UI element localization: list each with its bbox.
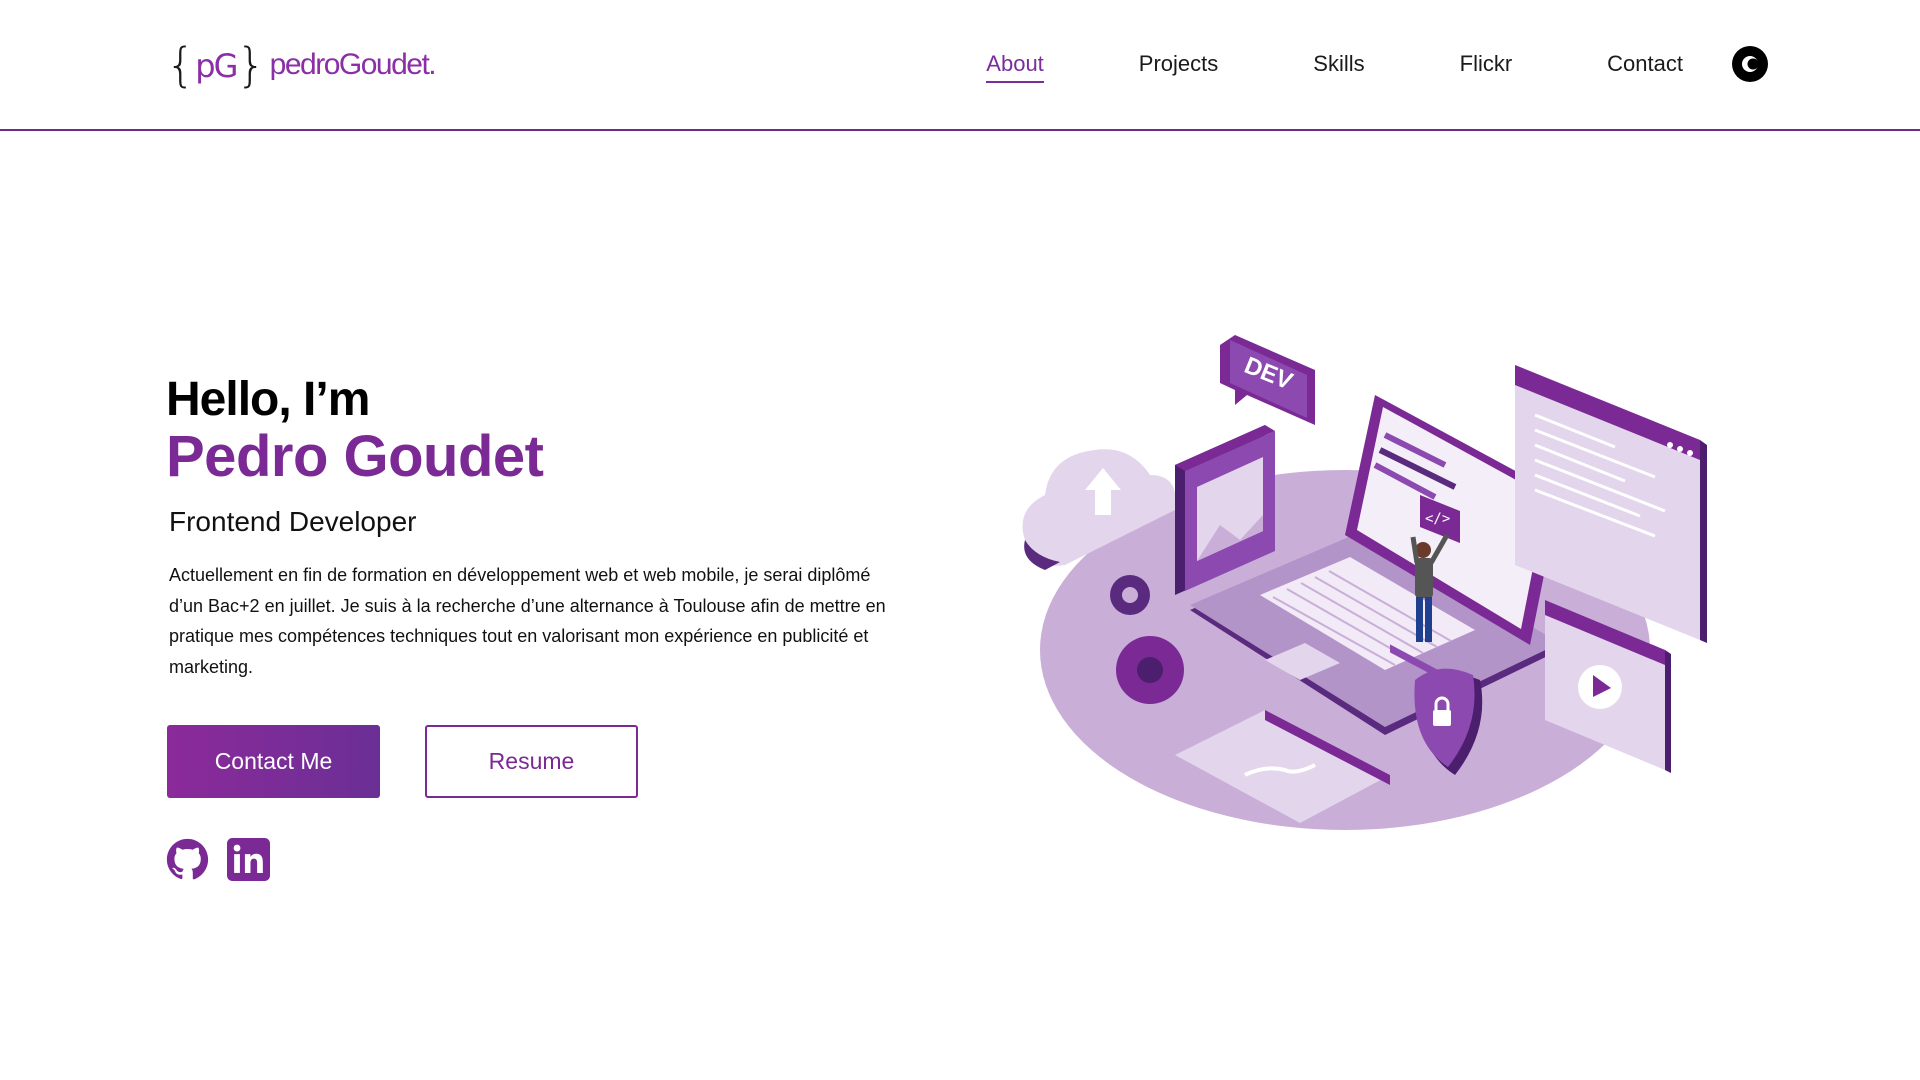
linkedin-link[interactable]: [227, 838, 270, 881]
nav-about[interactable]: About: [986, 45, 1044, 83]
logo-mark: { pG }: [166, 42, 266, 88]
logo-initials: pG: [195, 47, 238, 85]
dev-badge: DEV: [1220, 335, 1315, 425]
nav-projects[interactable]: Projects: [1139, 45, 1218, 83]
hero-name: Pedro Goudet: [166, 424, 544, 489]
logo-brace-right: }: [236, 38, 266, 92]
main-nav: About Projects Skills Flickr Contact: [986, 44, 1683, 84]
theme-toggle-button[interactable]: [1732, 46, 1768, 82]
site-header: { pG } pedroGoudet. About Projects Skill…: [0, 0, 1920, 131]
nav-skills[interactable]: Skills: [1313, 45, 1364, 83]
code-badge-label: </>: [1425, 511, 1450, 527]
github-link[interactable]: [166, 838, 209, 881]
site-logo[interactable]: { pG } pedroGoudet.: [166, 40, 437, 90]
nav-contact[interactable]: Contact: [1607, 45, 1683, 83]
logo-brace-left: {: [166, 38, 196, 92]
hero-illustration: DEV </>: [1022, 335, 1707, 830]
gear-large-icon: [1116, 636, 1184, 704]
resume-button[interactable]: Resume: [425, 725, 638, 798]
gear-small-icon: [1110, 575, 1150, 615]
github-icon: [166, 838, 209, 880]
logo-name: pedroGoudet.: [269, 48, 437, 81]
contact-me-button[interactable]: Contact Me: [167, 725, 380, 798]
dark-mode-icon: [1742, 56, 1759, 72]
social-links: [166, 838, 270, 881]
linkedin-icon: [227, 838, 270, 881]
hero-role: Frontend Developer: [169, 506, 417, 537]
nav-flickr[interactable]: Flickr: [1460, 45, 1513, 83]
hero-description: Actuellement en fin de formation en déve…: [169, 565, 886, 677]
hero-greeting: Hello, I’m: [166, 373, 370, 426]
